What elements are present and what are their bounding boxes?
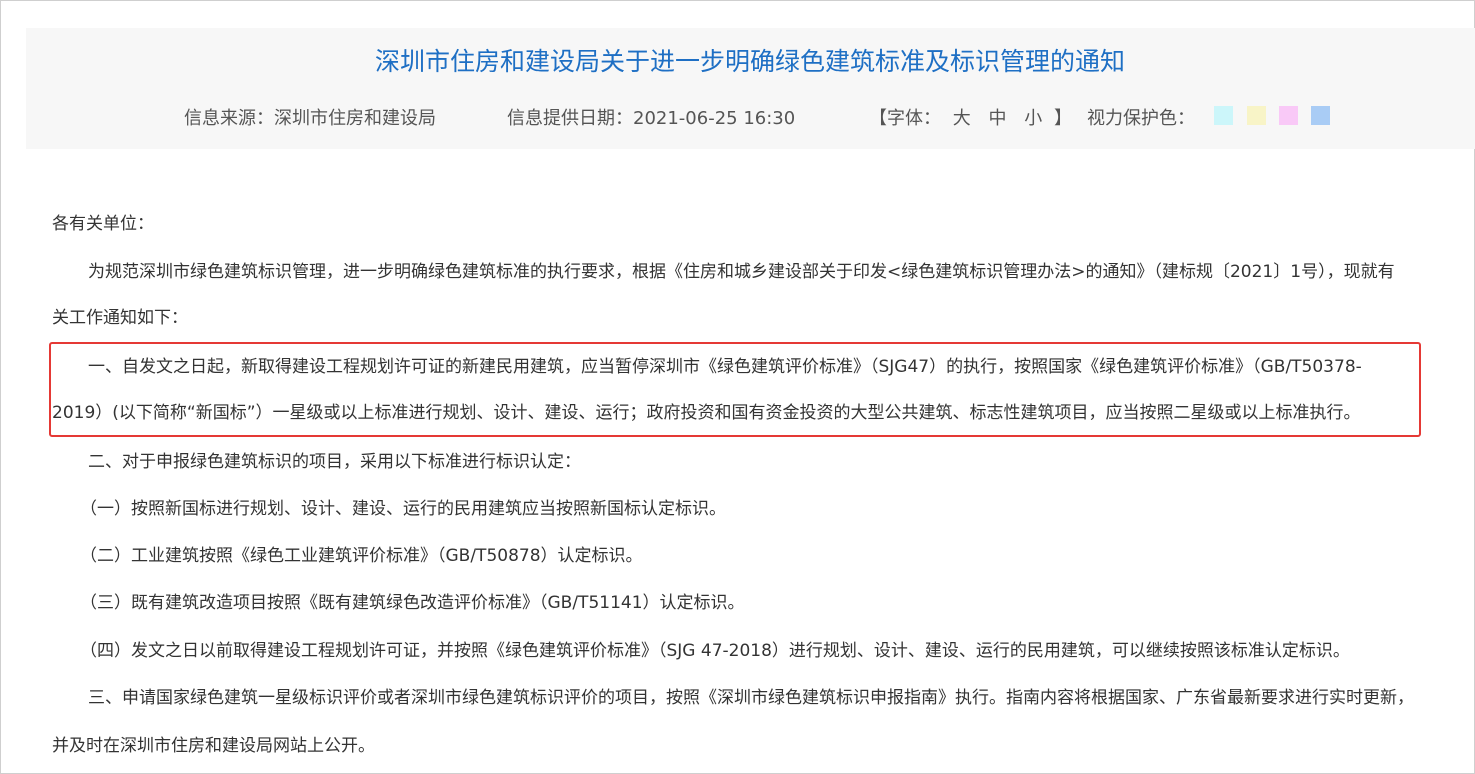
item-1-line-2: 2019）(以下简称“新国标”）一星级或以上标准进行规划、设计、建设、运行；政府… [52,403,1361,423]
item-3-line-2: 并及时在深圳市住房和建设局网站上公开。 [52,736,375,756]
font-size-large[interactable]: 大 [953,108,971,129]
font-label-close: 】 [1053,108,1072,129]
eye-protect-label: 视力保护色： [1087,108,1195,129]
font-size-medium[interactable]: 中 [988,108,1006,129]
article-title: 深圳市住房和建设局关于进一步明确绿色建筑标准及标识管理的通知 [374,47,1125,76]
item-3-line-1: 三、申请国家绿色建筑一星级标识评价或者深圳市绿色建筑标识评价的项目，按照《深圳市… [88,688,1414,708]
item-2-3: （三）既有建筑改造项目按照《既有建筑绿色改造评价标准》（GB/T51141）认定… [80,593,745,613]
font-size-control: 【字体： 大 中 小 】 [869,104,1072,130]
item-2-2: （二）工业建筑按照《绿色工业建筑评价标准》（GB/T50878）认定标识。 [80,546,643,566]
font-size-small[interactable]: 小 [1024,108,1042,129]
article-header: 深圳市住房和建设局关于进一步明确绿色建筑标准及标识管理的通知 信息来源：深圳市住… [26,28,1475,149]
intro-line-2: 关工作通知如下： [52,308,188,328]
salutation: 各有关单位： [52,214,154,234]
eye-color-swatch-yellow[interactable] [1247,106,1266,125]
eye-color-swatch-cyan[interactable] [1214,106,1233,125]
info-date: 信息提供日期：2021-06-25 16:30 [507,108,796,129]
item-2-4: （四）发文之日以前取得建设工程规划许可证，并按照《绿色建筑评价标准》（SJG 4… [80,641,1350,661]
item-2: 二、对于申报绿色建筑标识的项目，采用以下标准进行标识认定： [88,452,581,472]
item-1-line-1: 一、自发文之日起，新取得建设工程规划许可证的新建民用建筑，应当暂停深圳市《绿色建… [88,357,1362,377]
intro-line-1: 为规范深圳市绿色建筑标识管理，进一步明确绿色建筑标准的执行要求，根据《住房和城乡… [88,262,1395,282]
info-source: 信息来源：深圳市住房和建设局 [184,108,436,129]
eye-color-swatch-blue[interactable] [1311,106,1330,125]
eye-color-swatch-pink[interactable] [1279,106,1298,125]
item-2-1: （一）按照新国标进行规划、设计、建设、运行的民用建筑应当按照新国标认定标识。 [80,499,726,519]
font-label-open: 【字体： [869,108,941,129]
